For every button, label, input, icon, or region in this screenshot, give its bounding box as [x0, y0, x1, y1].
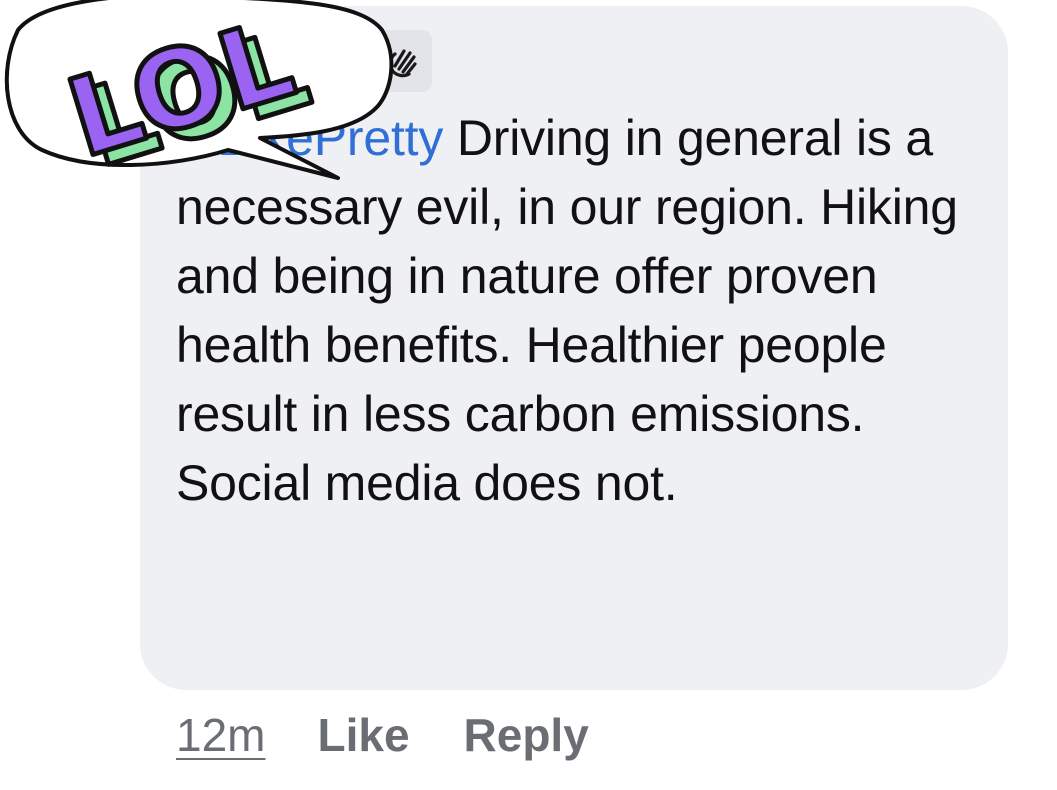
- comment-actions: 12m Like Reply: [176, 708, 589, 768]
- lol-sticker: LOL LOL: [4, 0, 394, 195]
- like-button[interactable]: Like: [317, 708, 409, 762]
- reply-button[interactable]: Reply: [464, 708, 589, 762]
- comment-view: a BikePretty Driving in general is a nec…: [0, 0, 1057, 790]
- comment-timestamp[interactable]: 12m: [176, 708, 265, 762]
